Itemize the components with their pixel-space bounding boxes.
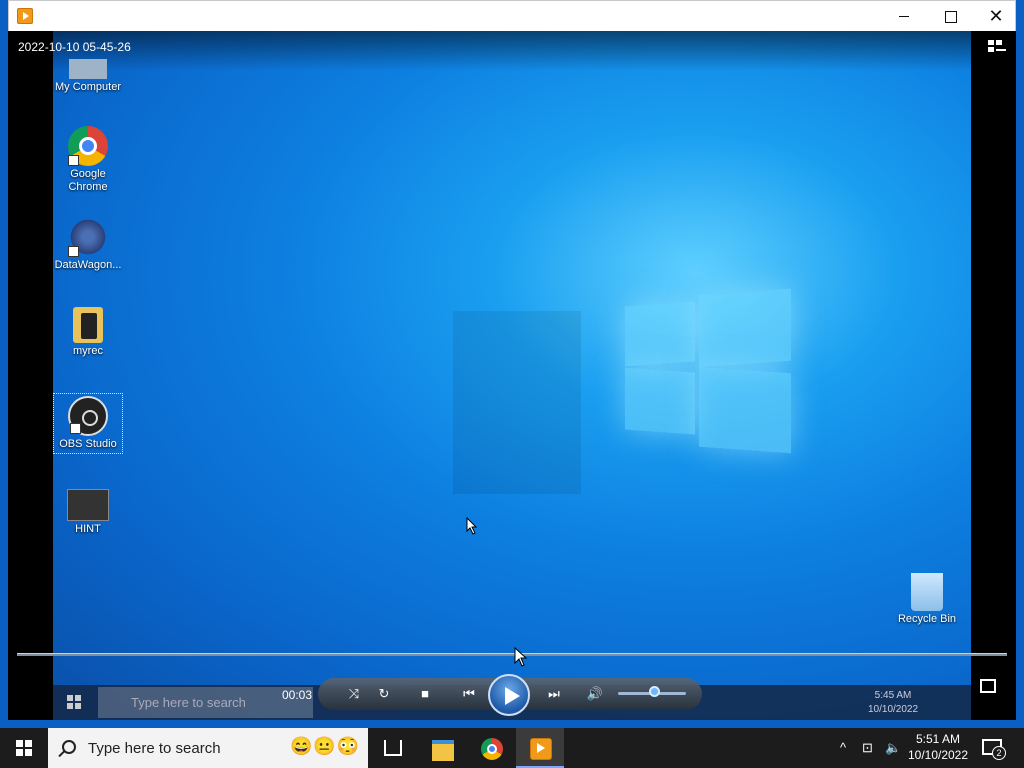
shuffle-icon[interactable]: ⤨: [345, 685, 363, 703]
media-player-icon: [17, 8, 33, 24]
network-icon[interactable]: ⊡: [862, 740, 873, 756]
video-area[interactable]: My Computer Google Chrome DataWagon... m…: [8, 31, 1016, 720]
media-player-window: ✕ My Computer Google Chrome DataWagon...…: [0, 0, 1024, 728]
desktop-icon-hint: HINT: [53, 489, 123, 536]
shortcut-arrow-icon: [68, 246, 79, 257]
file-explorer-button[interactable]: [418, 728, 466, 768]
fullscreen-icon[interactable]: [980, 679, 996, 693]
task-view-button[interactable]: [368, 728, 416, 768]
recording-timestamp: 2022-10-10 05-45-26: [18, 40, 131, 54]
desktop-icon-datawagon: DataWagon...: [53, 217, 123, 272]
notification-count-badge: 2: [992, 746, 1006, 760]
mouse-cursor-icon: [466, 517, 478, 535]
minimize-button[interactable]: [881, 1, 927, 31]
desktop-icon-chrome: Google Chrome: [53, 126, 123, 194]
video-search-box: Type here to search: [98, 687, 313, 718]
start-button[interactable]: [0, 728, 48, 768]
desktop-icon-myrec: myrec: [53, 307, 123, 358]
seek-bar[interactable]: [17, 653, 1007, 656]
video-frame: My Computer Google Chrome DataWagon... m…: [53, 31, 971, 720]
search-input[interactable]: Type here to search: [88, 740, 221, 757]
video-file-icon: [67, 489, 109, 521]
playlist-layout-icon[interactable]: [988, 39, 1006, 55]
title-bar[interactable]: ✕: [8, 0, 1016, 31]
chrome-icon: [68, 126, 108, 166]
media-player-taskbar-button[interactable]: [516, 728, 564, 768]
datawagon-icon: [68, 217, 108, 257]
previous-button[interactable]: ⏮: [456, 685, 482, 703]
desktop-icon-recycle-bin: Recycle Bin: [892, 573, 962, 626]
system-clock[interactable]: 5:51 AM 10/10/2022: [906, 731, 970, 763]
folder-icon: [73, 307, 103, 343]
recycle-bin-icon: [911, 573, 943, 611]
taskbar: Type here to search 😄😐😳 ^ ⊡ 🔈 5:51 AM 10…: [0, 728, 1024, 768]
shortcut-arrow-icon: [70, 423, 81, 434]
show-hidden-icons-icon[interactable]: ^: [840, 740, 846, 755]
maximize-button[interactable]: [927, 1, 973, 31]
video-clock: 5:45 AM 10/10/2022: [868, 690, 919, 715]
search-box[interactable]: Type here to search 😄😐😳: [48, 728, 368, 768]
windows-start-icon: [67, 695, 81, 709]
mouse-cursor-icon: [514, 647, 528, 667]
notification-center-icon[interactable]: 2: [980, 736, 1006, 760]
next-button[interactable]: ⏭: [541, 685, 567, 703]
repeat-icon[interactable]: ↻: [375, 685, 393, 703]
chrome-taskbar-button[interactable]: [467, 728, 515, 768]
play-button[interactable]: [488, 674, 530, 716]
close-button[interactable]: ✕: [973, 1, 1019, 31]
speaker-icon[interactable]: 🔈: [885, 740, 901, 756]
search-highlight-icon: 😄😐😳: [290, 736, 361, 756]
computer-icon: [69, 59, 107, 79]
obs-icon: [68, 396, 108, 436]
volume-icon[interactable]: 🔊: [586, 685, 604, 703]
search-icon: [62, 740, 76, 754]
desktop-icon-obs: OBS Studio: [53, 393, 123, 454]
current-time: 00:03: [282, 688, 313, 702]
shortcut-arrow-icon: [68, 155, 79, 166]
stop-button[interactable]: ■: [416, 685, 434, 703]
